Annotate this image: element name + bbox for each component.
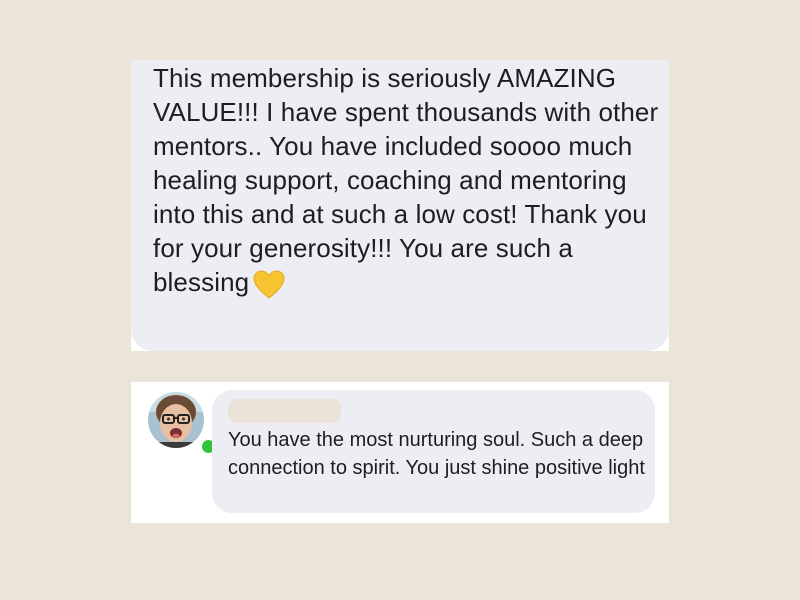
yellow-heart-icon [253,270,285,308]
comment-bubble: You have the most nurturing soul. Such a… [212,390,655,513]
comment-card: You have the most nurturing soul. Such a… [131,382,669,523]
comment-text: You have the most nurturing soul. Such a… [228,429,645,479]
message-bubble: This membership is seriously AMAZING VAL… [131,60,669,351]
avatar-photo [148,392,204,448]
author-name-redacted[interactable] [228,399,341,423]
avatar[interactable] [148,392,217,455]
testimonial-message-text: This membership is seriously AMAZING VAL… [153,63,659,297]
testimonial-card: This membership is seriously AMAZING VAL… [131,60,669,351]
testimonial-message: This membership is seriously AMAZING VAL… [153,61,663,308]
